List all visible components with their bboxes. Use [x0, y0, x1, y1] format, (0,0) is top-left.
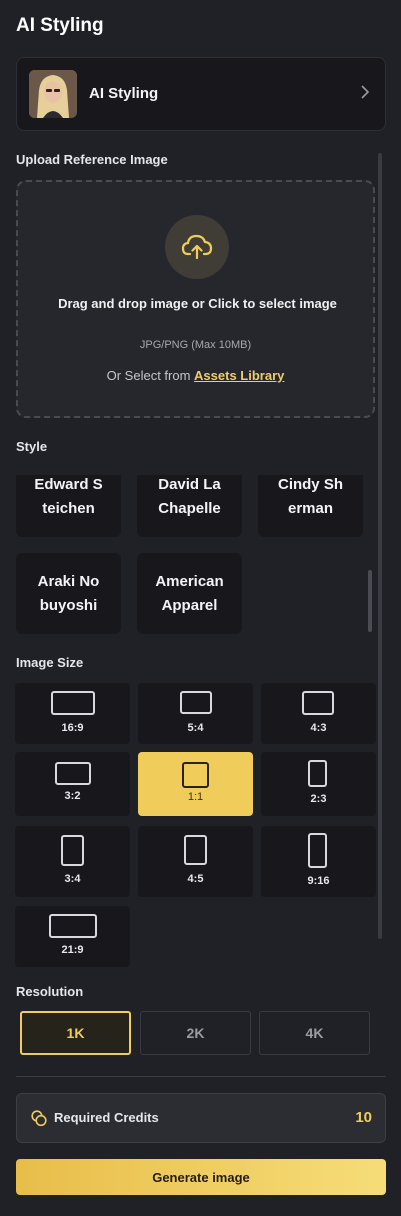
ratio-shape-icon — [308, 760, 327, 787]
upload-dropzone[interactable]: Drag and drop image or Click to select i… — [16, 180, 375, 418]
resolution-option-1k[interactable]: 1K — [20, 1011, 131, 1055]
style-card[interactable]: American Apparel — [137, 553, 242, 634]
size-option-3-2[interactable]: 3:2 — [15, 752, 130, 816]
ratio-shape-icon — [55, 762, 91, 785]
ratio-label: 3:4 — [64, 873, 81, 885]
ratio-label: 9:16 — [307, 875, 330, 887]
assets-library-link[interactable]: Assets Library — [194, 368, 284, 383]
upload-format-hint: JPG/PNG (Max 10MB) — [139, 339, 252, 351]
size-option-5-4[interactable]: 5:4 — [138, 683, 253, 744]
size-option-4-3[interactable]: 4:3 — [261, 683, 376, 744]
size-option-4-5[interactable]: 4:5 — [138, 826, 253, 897]
ratio-shape-icon — [49, 914, 97, 938]
style-card[interactable]: Araki No buyoshi — [16, 553, 121, 634]
resolution-option-4k[interactable]: 4K — [259, 1011, 370, 1055]
ratio-shape-icon — [182, 762, 209, 788]
required-credits-label: Required Credits — [54, 1110, 159, 1125]
model-selector[interactable]: AI Styling — [16, 57, 386, 131]
ratio-label: 4:3 — [310, 722, 327, 734]
page-title: AI Styling — [16, 15, 104, 36]
upload-instructions: Drag and drop image or Click to select i… — [58, 296, 337, 311]
ratio-shape-icon — [180, 691, 212, 714]
upload-icon-circle — [165, 215, 229, 279]
required-credits-box: Required Credits 10 — [16, 1093, 386, 1143]
style-card[interactable]: David La Chapelle — [137, 475, 242, 537]
size-option-1-1[interactable]: 1:1 — [138, 752, 253, 816]
ratio-shape-icon — [61, 835, 84, 866]
ratio-label: 4:5 — [187, 873, 204, 885]
coins-icon — [30, 1109, 48, 1127]
resolution-label: 2K — [186, 1025, 205, 1041]
size-option-9-16[interactable]: 9:16 — [261, 826, 376, 897]
model-avatar — [29, 70, 77, 118]
ratio-label: 21:9 — [61, 944, 84, 956]
resolution-label: 4K — [305, 1025, 324, 1041]
assets-library-prompt: Or Select from Assets Library — [18, 368, 373, 383]
ratio-shape-icon — [51, 691, 95, 715]
style-card-label: American Apparel — [155, 572, 224, 614]
resolution-section-label: Resolution — [16, 984, 84, 999]
style-card[interactable]: Edward S teichen — [16, 475, 121, 537]
size-option-21-9[interactable]: 21:9 — [15, 906, 130, 967]
ratio-label: 16:9 — [61, 722, 84, 734]
generate-button-label: Generate image — [152, 1169, 250, 1185]
size-option-16-9[interactable]: 16:9 — [15, 683, 130, 744]
model-label: AI Styling — [89, 85, 159, 102]
ratio-label: 5:4 — [187, 722, 204, 734]
style-section-label: Style — [16, 439, 48, 454]
style-card-label: Cindy Sh erman — [277, 475, 343, 517]
cloud-upload-icon — [181, 232, 213, 267]
image-size-section-label: Image Size — [16, 655, 84, 670]
divider — [16, 1076, 386, 1077]
style-row-clip: Edward S teichen David La Chapelle Cindy… — [0, 475, 366, 537]
ratio-shape-icon — [302, 691, 334, 715]
upload-section-label: Upload Reference Image — [16, 152, 168, 167]
ratio-label: 1:1 — [187, 791, 204, 803]
style-card-label: Edward S teichen — [34, 475, 103, 517]
ratio-shape-icon — [308, 833, 327, 868]
assets-or-text: Or Select from — [106, 368, 191, 383]
style-scrollbar-thumb[interactable] — [368, 570, 372, 632]
size-option-3-4[interactable]: 3:4 — [15, 826, 130, 897]
ratio-label: 2:3 — [310, 793, 327, 805]
resolution-option-2k[interactable]: 2K — [140, 1011, 251, 1055]
ratio-shape-icon — [184, 835, 207, 865]
chevron-right-icon — [360, 84, 370, 105]
panel-scrollbar-track[interactable] — [378, 153, 382, 939]
size-option-2-3[interactable]: 2:3 — [261, 752, 376, 816]
style-card[interactable]: Cindy Sh erman — [258, 475, 363, 537]
required-credits-value: 10 — [355, 1109, 372, 1126]
style-card-label: Araki No buyoshi — [37, 572, 100, 614]
ratio-label: 3:2 — [64, 790, 81, 802]
style-card-label: David La Chapelle — [158, 475, 221, 517]
resolution-label: 1K — [66, 1025, 85, 1041]
generate-image-button[interactable]: Generate image — [16, 1159, 386, 1195]
